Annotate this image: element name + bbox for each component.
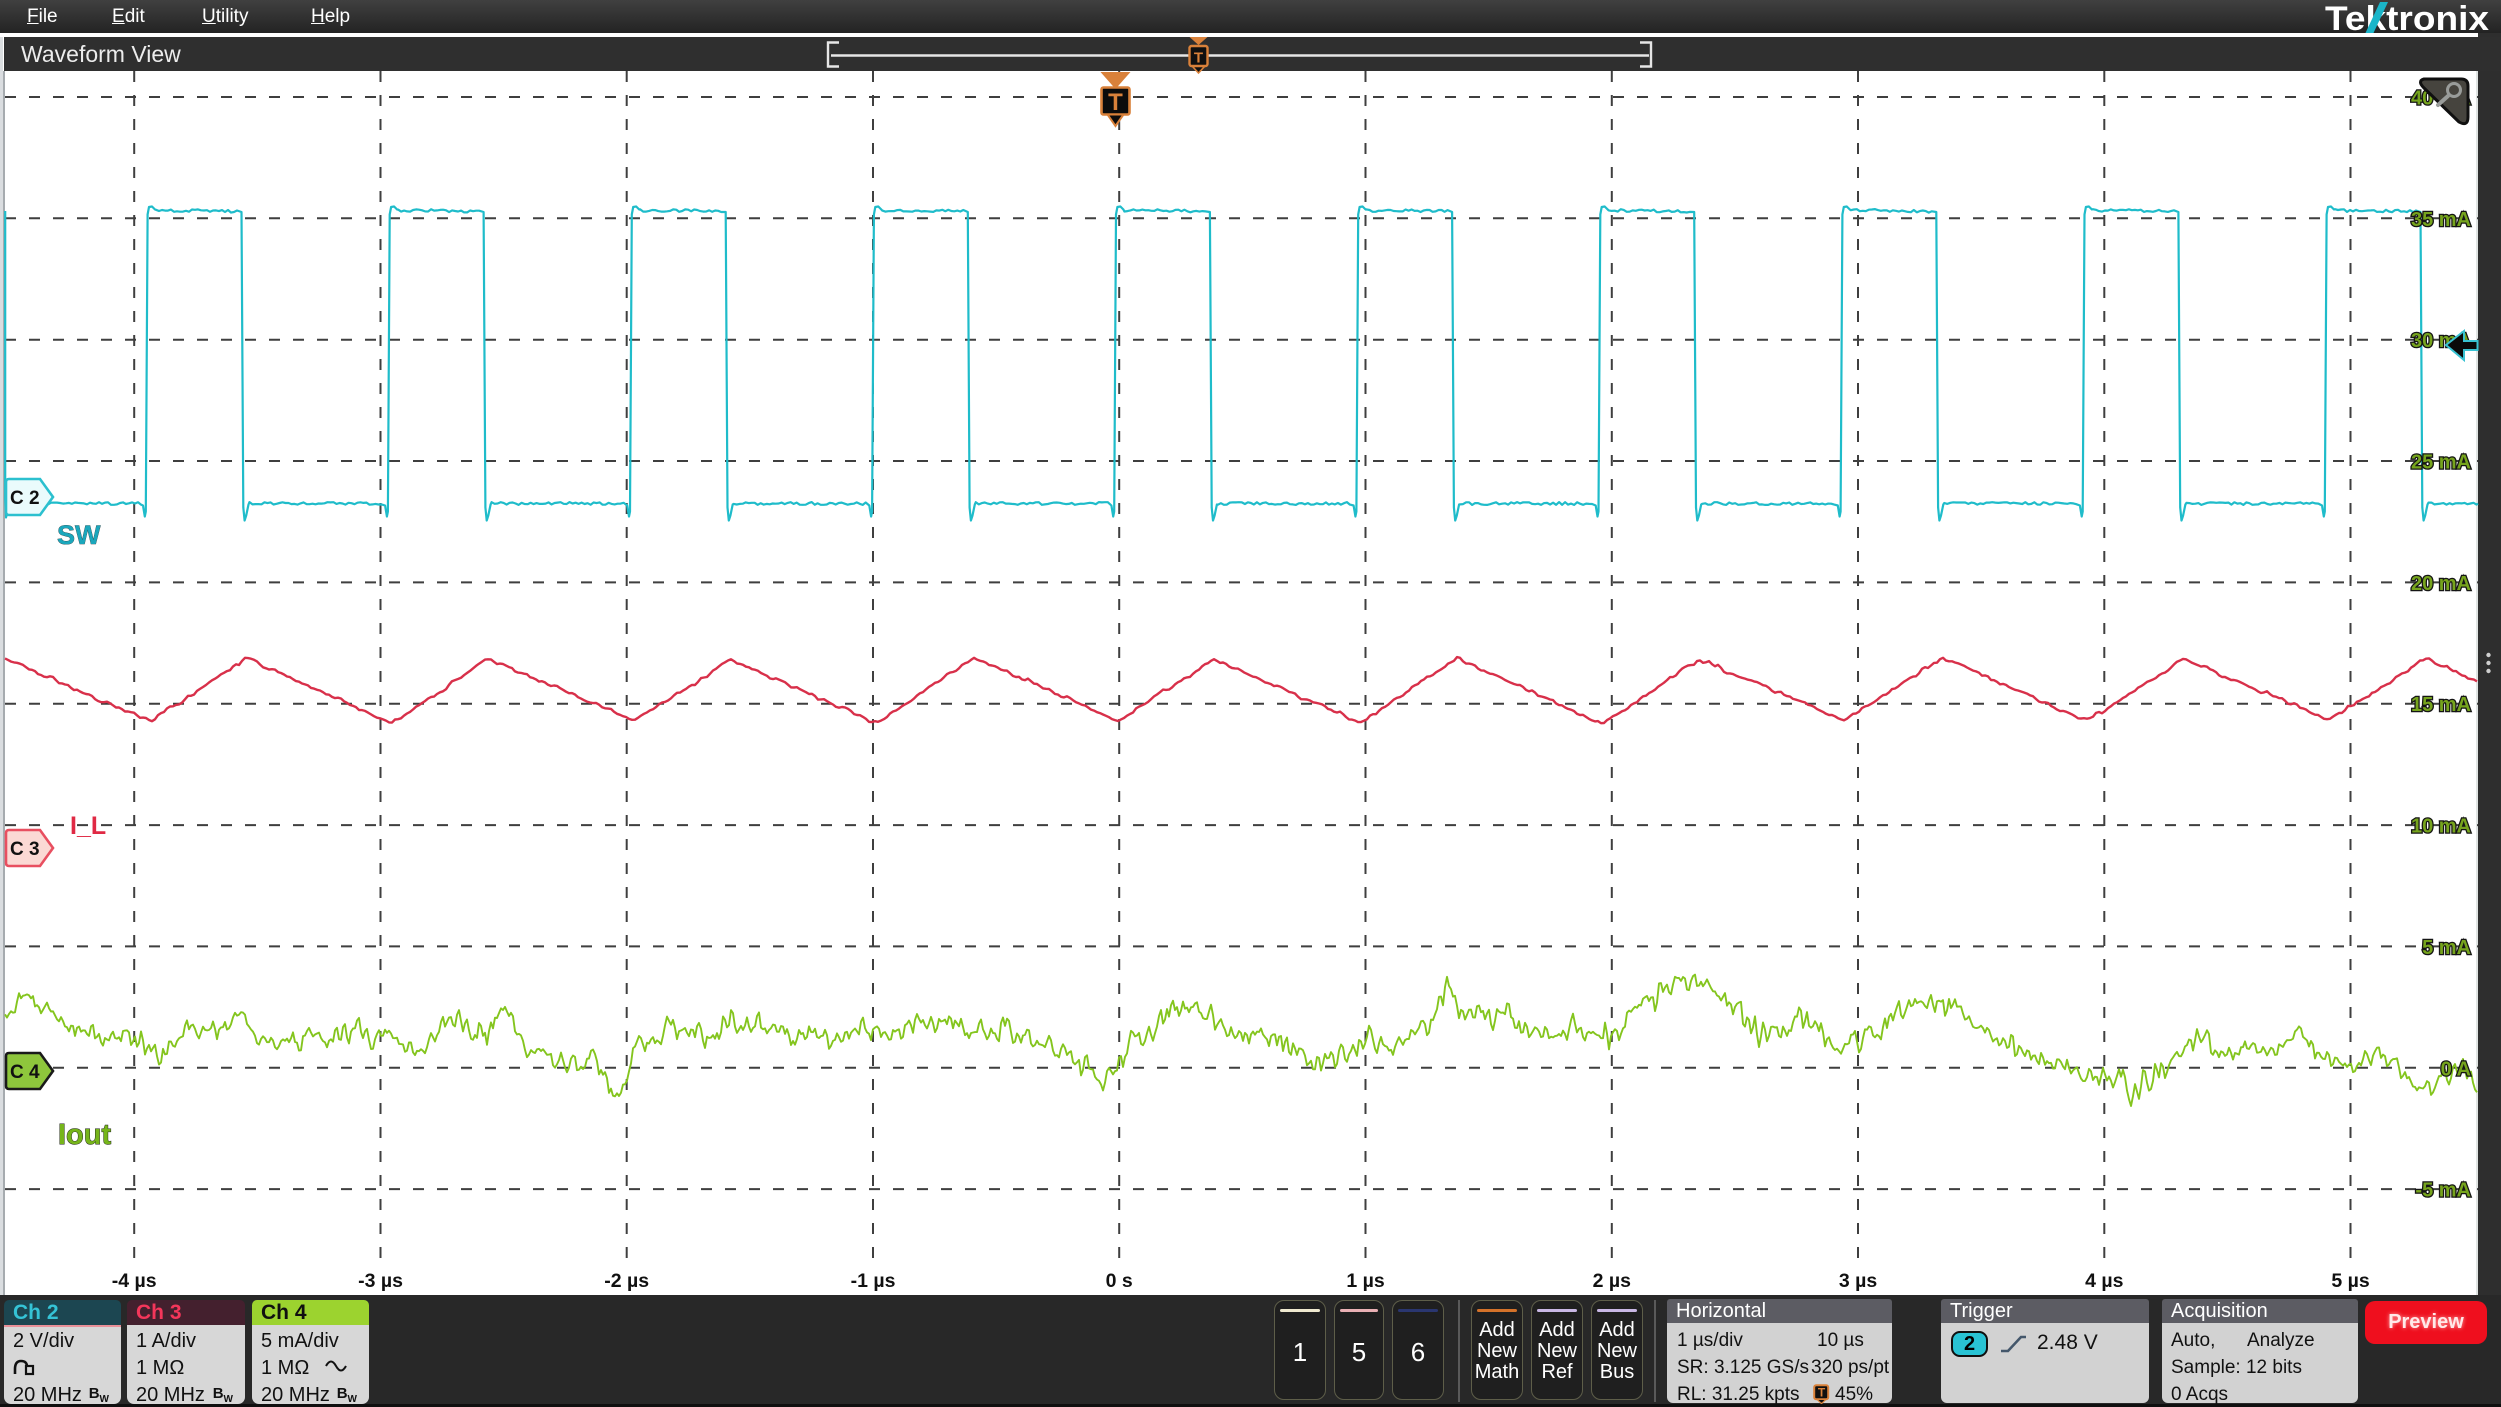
svg-text:3 µs: 3 µs [1839,1270,1877,1292]
svg-text:-4 µs: -4 µs [112,1270,157,1292]
svg-text:1 µs: 1 µs [1346,1270,1384,1292]
svg-text:Iout: Iout [58,1119,111,1151]
svg-text:C 2: C 2 [10,488,40,509]
svg-text:0 A: 0 A [2441,1058,2471,1080]
svg-text:T: T [1194,50,1203,67]
svg-text:C 4: C 4 [10,1062,40,1083]
svg-text:2 µs: 2 µs [1593,1270,1631,1292]
svg-text:T: T [1108,89,1123,116]
svg-text:I_L: I_L [70,812,106,840]
svg-text:-3 µs: -3 µs [358,1270,403,1292]
svg-text:0 s: 0 s [1106,1270,1133,1292]
svg-text:-1 µs: -1 µs [851,1270,896,1292]
svg-text:-5 mA: -5 mA [2415,1180,2471,1202]
svg-text:-2 µs: -2 µs [604,1270,649,1292]
svg-text:10 mA: 10 mA [2411,816,2471,838]
svg-text:5 µs: 5 µs [2331,1270,2369,1292]
svg-text:SW: SW [57,520,101,550]
svg-text:5 mA: 5 mA [2422,937,2471,959]
svg-text:25 mA: 25 mA [2411,452,2471,474]
svg-text:15 mA: 15 mA [2411,694,2471,716]
svg-text:C 3: C 3 [10,839,40,860]
svg-text:4 µs: 4 µs [2085,1270,2123,1292]
svg-text:20 mA: 20 mA [2411,573,2471,595]
svg-text:35 mA: 35 mA [2411,209,2471,231]
